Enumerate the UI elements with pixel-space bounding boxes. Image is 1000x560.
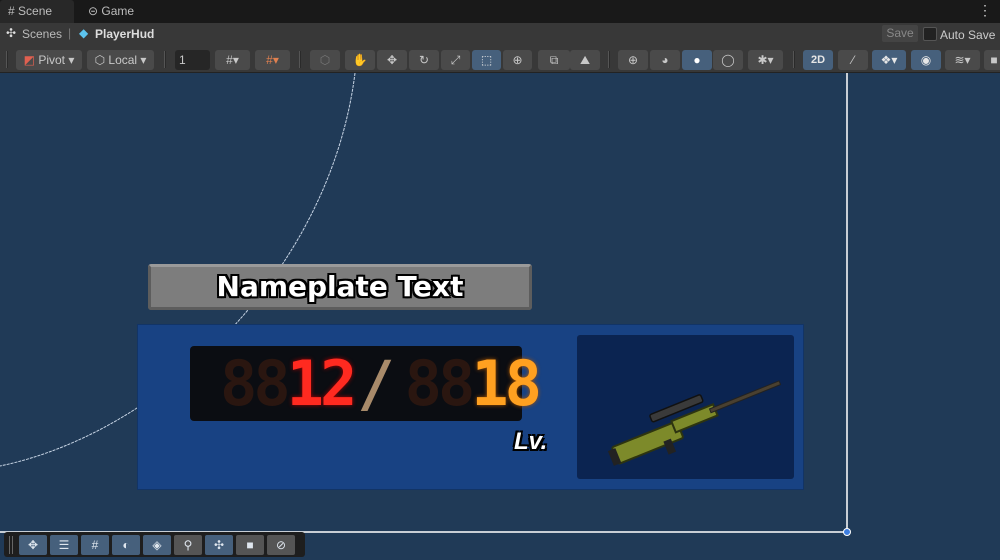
light-off-icon: ⁄ bbox=[851, 53, 854, 67]
overlay-grid-button[interactable]: # bbox=[81, 535, 109, 555]
custom-tool-button[interactable]: ⧉ bbox=[538, 50, 570, 70]
sliders-icon: ☰ bbox=[58, 538, 70, 552]
view-tool-button[interactable]: ⬡ bbox=[310, 50, 340, 70]
unity-logo-icon: ✣ bbox=[6, 26, 17, 40]
grid-icon: #▾ bbox=[226, 53, 239, 67]
grid-snap-input[interactable]: 1 bbox=[175, 50, 210, 70]
2d-mode-button[interactable]: 2D bbox=[803, 50, 833, 70]
wireframe-icon: ⊕ bbox=[627, 53, 639, 67]
more-options-icon[interactable]: ⋮ bbox=[978, 2, 992, 19]
snap-grid-icon: #▾ bbox=[266, 53, 279, 67]
search-icon: ⚲ bbox=[183, 538, 193, 552]
visibility-toggle[interactable]: ◉ bbox=[911, 50, 941, 70]
ammo-max-ghost-digits: 88 bbox=[404, 347, 476, 420]
separator bbox=[793, 51, 795, 68]
gamepad-icon: ⊝ bbox=[88, 4, 99, 18]
prefab-cube-icon: ◆ bbox=[79, 26, 89, 40]
unlit-sphere-icon: ◯ bbox=[721, 53, 735, 67]
scale-tool-button[interactable]: ⤢ bbox=[441, 50, 470, 70]
ammo-separator: / bbox=[357, 347, 394, 420]
scale-icon: ⤢ bbox=[450, 52, 461, 67]
overlay-lighting-button[interactable]: ◐ bbox=[112, 535, 140, 555]
hand-icon: ✋ bbox=[352, 53, 368, 67]
breadcrumb-playerhud[interactable]: PlayerHud bbox=[95, 27, 154, 41]
editor-tool-button[interactable]: ⛰ bbox=[570, 50, 600, 70]
overlay-search-button[interactable]: ⚲ bbox=[174, 535, 202, 555]
overlay-ui-toolkit-button[interactable]: ☰ bbox=[50, 535, 78, 555]
grid-icon: # bbox=[8, 4, 15, 18]
eye-icon: ◉ bbox=[920, 53, 932, 67]
layers-icon: ≋▾ bbox=[954, 53, 971, 67]
local-cube-icon: ⬡ bbox=[94, 53, 106, 67]
hand-tool-button[interactable]: ✋ bbox=[345, 50, 375, 70]
snap-button[interactable]: #▾ bbox=[255, 50, 290, 70]
separator bbox=[164, 51, 166, 68]
breadcrumb-divider: | bbox=[68, 26, 72, 40]
rect-handle[interactable] bbox=[843, 528, 851, 536]
compass-icon: ⊘ bbox=[275, 538, 287, 552]
local-dropdown[interactable]: ⬡ Local ▾ bbox=[87, 50, 154, 70]
nameplate[interactable]: Nameplate Text bbox=[148, 264, 532, 310]
lighting-toggle[interactable]: ⁄ bbox=[838, 50, 868, 70]
unlit-button[interactable]: ◯ bbox=[713, 50, 743, 70]
transform-tool-button[interactable]: ⊕ bbox=[503, 50, 532, 70]
pivot-dropdown[interactable]: ◩ Pivot ▾ bbox=[16, 50, 82, 70]
separator bbox=[299, 51, 301, 68]
tab-scene[interactable]: # Scene bbox=[0, 0, 74, 23]
breadcrumb: ✣ Scenes | ◆ PlayerHud Save Auto Save bbox=[0, 23, 1000, 45]
ammo-current-ghost-digits: 88 bbox=[220, 347, 291, 420]
move-tool-button[interactable]: ✥ bbox=[377, 50, 407, 70]
move-icon: ✥ bbox=[27, 538, 39, 552]
tile-icon: ✣ bbox=[213, 538, 225, 552]
sniper-rifle-icon bbox=[607, 380, 782, 466]
terrain-icon: ⛰ bbox=[579, 52, 591, 67]
grid-visibility-button[interactable]: #▾ bbox=[215, 50, 250, 70]
camera-dropdown[interactable]: ■ bbox=[984, 50, 1000, 70]
toolbar-grip bbox=[6, 51, 8, 68]
auto-save-checkbox[interactable] bbox=[923, 27, 937, 41]
shaded-button[interactable]: ● bbox=[682, 50, 712, 70]
layers-dropdown[interactable]: ≋▾ bbox=[945, 50, 980, 70]
effects-dropdown[interactable]: ❖▾ bbox=[872, 50, 906, 70]
debug-draw-dropdown[interactable]: ✱▾ bbox=[748, 50, 783, 70]
custom-tool-icon: ⧉ bbox=[549, 52, 559, 67]
effects-icon: ❖▾ bbox=[880, 53, 898, 67]
overlay-navmesh-button[interactable]: ◈ bbox=[143, 535, 171, 555]
level-label: Lv. bbox=[514, 428, 548, 455]
cube-icon: ⬡ bbox=[319, 53, 331, 67]
ammo-max: 18 bbox=[471, 347, 542, 420]
breadcrumb-scenes[interactable]: Scenes bbox=[22, 27, 62, 41]
weapon-slot[interactable] bbox=[577, 335, 794, 479]
ammo-display[interactable]: 88 12 / 88 18 bbox=[190, 346, 542, 421]
shaded-wireframe-icon: ◕ bbox=[661, 53, 669, 67]
rotate-tool-button[interactable]: ↻ bbox=[409, 50, 439, 70]
overlay-tilemap-button[interactable]: ✣ bbox=[205, 535, 233, 555]
rect-icon: ⬚ bbox=[480, 53, 493, 67]
ammo-current: 12 bbox=[286, 347, 358, 420]
wireframe-button[interactable]: ⊕ bbox=[618, 50, 648, 70]
overlay-move-button[interactable]: ✥ bbox=[19, 535, 47, 555]
shaded-sphere-icon: ● bbox=[693, 53, 701, 67]
move-icon: ✥ bbox=[386, 53, 398, 67]
grid-off-icon: # bbox=[91, 538, 99, 552]
bug-icon: ✱▾ bbox=[757, 53, 774, 67]
moon-icon: ◐ bbox=[122, 538, 130, 552]
overlay-grip-handle[interactable] bbox=[9, 536, 13, 554]
overlay-orientation-button[interactable]: ⊘ bbox=[267, 535, 295, 555]
rotate-icon: ↻ bbox=[418, 53, 430, 67]
save-button[interactable]: Save bbox=[882, 25, 918, 42]
camera-icon: ■ bbox=[246, 538, 254, 552]
transform-icon: ⊕ bbox=[512, 53, 523, 67]
pivot-icon: ◩ bbox=[23, 53, 35, 67]
tab-bar: # Scene ⊝ Game ⋮ bbox=[0, 0, 1000, 23]
auto-save-label: Auto Save bbox=[940, 28, 996, 42]
shaded-wireframe-button[interactable]: ◕ bbox=[650, 50, 680, 70]
camera-icon: ■ bbox=[990, 53, 998, 67]
overlay-camera-button[interactable]: ■ bbox=[236, 535, 264, 555]
separator bbox=[608, 51, 610, 68]
rect-tool-button[interactable]: ⬚ bbox=[472, 50, 501, 70]
tab-game[interactable]: ⊝ Game bbox=[80, 0, 150, 23]
navmesh-icon: ◈ bbox=[152, 538, 162, 552]
